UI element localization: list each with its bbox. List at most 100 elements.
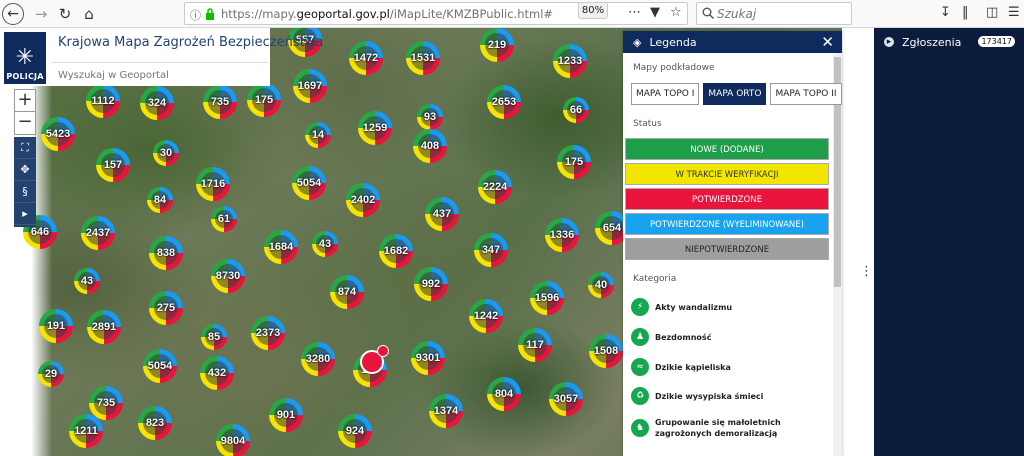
browser-search-input[interactable] (717, 6, 847, 22)
map-cluster[interactable]: 5423 (41, 117, 75, 151)
map-search-input[interactable] (52, 65, 268, 86)
map-cluster[interactable]: 1259 (358, 111, 392, 145)
map-cluster[interactable]: 3057 (549, 382, 583, 416)
address-bar[interactable]: ⓘ https://mapy.geoportal.gov.pl/iMapLite… (184, 2, 688, 25)
home-icon[interactable]: ⌂ (78, 3, 100, 25)
basemap-topo2-button[interactable]: MAPA TOPO II (770, 83, 842, 105)
map-cluster[interactable]: 3280 (301, 342, 335, 376)
map-cluster[interactable]: 1682 (379, 234, 413, 268)
basemap-topo1-button[interactable]: MAPA TOPO I (631, 83, 700, 105)
fullscreen-icon[interactable]: ⛶ (14, 137, 36, 159)
status-verifying[interactable]: W TRAKCIE WERYFIKACJI (625, 163, 829, 185)
map-cluster[interactable]: 40 (588, 272, 614, 298)
map-cluster[interactable]: 5054 (292, 166, 326, 200)
map-cluster[interactable]: 61 (211, 206, 237, 232)
map-cluster[interactable]: 901 (269, 398, 303, 432)
map-cluster[interactable]: 1596 (530, 281, 564, 315)
map-cluster[interactable]: 2653 (487, 85, 521, 119)
map-cluster[interactable]: 8730 (211, 259, 245, 293)
bookmark-star-icon[interactable]: ☆ (670, 5, 682, 20)
reload-icon[interactable]: ↻ (54, 3, 76, 25)
incident-marker[interactable] (360, 345, 389, 374)
map-cluster[interactable]: 1112 (86, 84, 120, 118)
page-actions-icon[interactable]: ⋯ (628, 5, 641, 20)
category-item[interactable]: ♻ Dzikie wysypiska śmieci (631, 387, 831, 405)
map-cluster[interactable]: 1211 (69, 414, 103, 448)
map-cluster[interactable]: 157 (96, 148, 130, 182)
map-cluster[interactable]: 735 (89, 386, 123, 420)
pan-icon[interactable]: ✥ (14, 159, 36, 181)
map-cluster[interactable]: 117 (518, 328, 552, 362)
status-unconfirmed[interactable]: NIEPOTWIERDZONE (625, 238, 829, 260)
map-cluster[interactable]: 2891 (87, 310, 121, 344)
paragraph-icon[interactable]: § (14, 181, 36, 203)
map-cluster[interactable]: 1233 (553, 44, 587, 78)
map-cluster[interactable]: 1684 (264, 230, 298, 264)
library-icon[interactable]: ‖ (962, 5, 969, 20)
map-cluster[interactable]: 324 (140, 86, 174, 120)
map-cluster[interactable]: 2224 (478, 170, 512, 204)
browser-search[interactable] (696, 2, 852, 25)
map-cluster[interactable]: 924 (338, 414, 372, 448)
map-cluster[interactable]: 9804 (216, 424, 250, 456)
map-cluster[interactable]: 823 (138, 406, 172, 440)
map-search[interactable] (52, 62, 268, 86)
downloads-icon[interactable]: ↧ (940, 5, 951, 20)
menu-icon[interactable]: ☰ (1008, 5, 1020, 20)
map-cluster[interactable]: 175 (247, 83, 281, 117)
map-cluster[interactable]: 2373 (251, 316, 285, 350)
category-item[interactable]: ≈ Dzikie kąpieliska (631, 358, 831, 376)
map-cluster[interactable]: 804 (487, 377, 521, 411)
map-cluster[interactable]: 838 (149, 236, 183, 270)
map-cluster[interactable]: 1531 (406, 41, 440, 75)
status-new[interactable]: NOWE (DODANE) (625, 138, 829, 160)
back-icon[interactable]: ← (2, 3, 24, 25)
map-cluster[interactable]: 14 (305, 122, 331, 148)
map-cluster[interactable]: 347 (474, 233, 508, 267)
zoom-level[interactable]: 80% (578, 2, 608, 19)
map-cluster[interactable]: 191 (39, 309, 73, 343)
map-cluster[interactable]: 30 (153, 140, 179, 166)
zoom-in-button[interactable]: + (15, 90, 35, 112)
map-cluster[interactable]: 408 (413, 129, 447, 163)
legend-scrollbar[interactable] (833, 53, 842, 456)
map-cluster[interactable]: 1336 (545, 218, 579, 252)
basemap-orto-button[interactable]: MAPA ORTO (703, 83, 767, 105)
map-cluster[interactable]: 9301 (411, 341, 445, 375)
category-item[interactable]: ♟ Bezdomność (631, 328, 831, 346)
map-cluster[interactable]: 175 (557, 145, 591, 179)
map-cluster[interactable]: 219 (480, 28, 514, 62)
map-cluster[interactable]: 1508 (589, 334, 623, 368)
map-cluster[interactable]: 1472 (349, 41, 383, 75)
map-cluster[interactable]: 1242 (469, 299, 503, 333)
category-item[interactable]: ⚡ Akty wandalizmu (631, 298, 831, 316)
map-cluster[interactable]: 2402 (346, 183, 380, 217)
close-icon[interactable]: ✕ (821, 33, 834, 51)
map-cluster[interactable]: 5054 (143, 349, 177, 383)
map-cluster[interactable]: 874 (330, 275, 364, 309)
status-eliminated[interactable]: POTWIERDZONE (WYELIMINOWANE) (625, 213, 829, 235)
map-cluster[interactable]: 2437 (81, 216, 115, 250)
kebab-menu-icon[interactable]: ⋮ (860, 265, 873, 278)
map-cluster[interactable]: 66 (563, 97, 589, 123)
info-icon[interactable]: ⓘ (190, 7, 201, 23)
category-item[interactable]: ♞ Grupowanie się małoletnich zagrożonych… (631, 417, 831, 439)
map-cluster[interactable]: 1374 (429, 394, 463, 428)
map-cluster[interactable]: 432 (200, 356, 234, 390)
map-cluster[interactable]: 85 (201, 324, 227, 350)
map-cluster[interactable]: 1697 (293, 69, 327, 103)
map-cluster[interactable]: 43 (312, 231, 338, 257)
map-cluster[interactable]: 43 (74, 268, 100, 294)
sidebar-icon[interactable]: ◫ (986, 5, 998, 20)
map-cluster[interactable]: 275 (149, 291, 183, 325)
map-cluster[interactable]: 93 (417, 104, 443, 130)
zoom-out-button[interactable]: − (15, 112, 35, 134)
map-cluster[interactable]: 437 (425, 197, 459, 231)
map-cluster[interactable]: 992 (414, 267, 448, 301)
map-cluster[interactable]: 29 (38, 361, 64, 387)
status-confirmed[interactable]: POTWIERDZONE (625, 188, 829, 210)
tag-icon[interactable]: ▸ (14, 203, 36, 225)
pocket-icon[interactable]: ▼ (650, 5, 660, 20)
forward-icon[interactable]: → (30, 3, 52, 25)
map-cluster[interactable]: 84 (147, 187, 173, 213)
